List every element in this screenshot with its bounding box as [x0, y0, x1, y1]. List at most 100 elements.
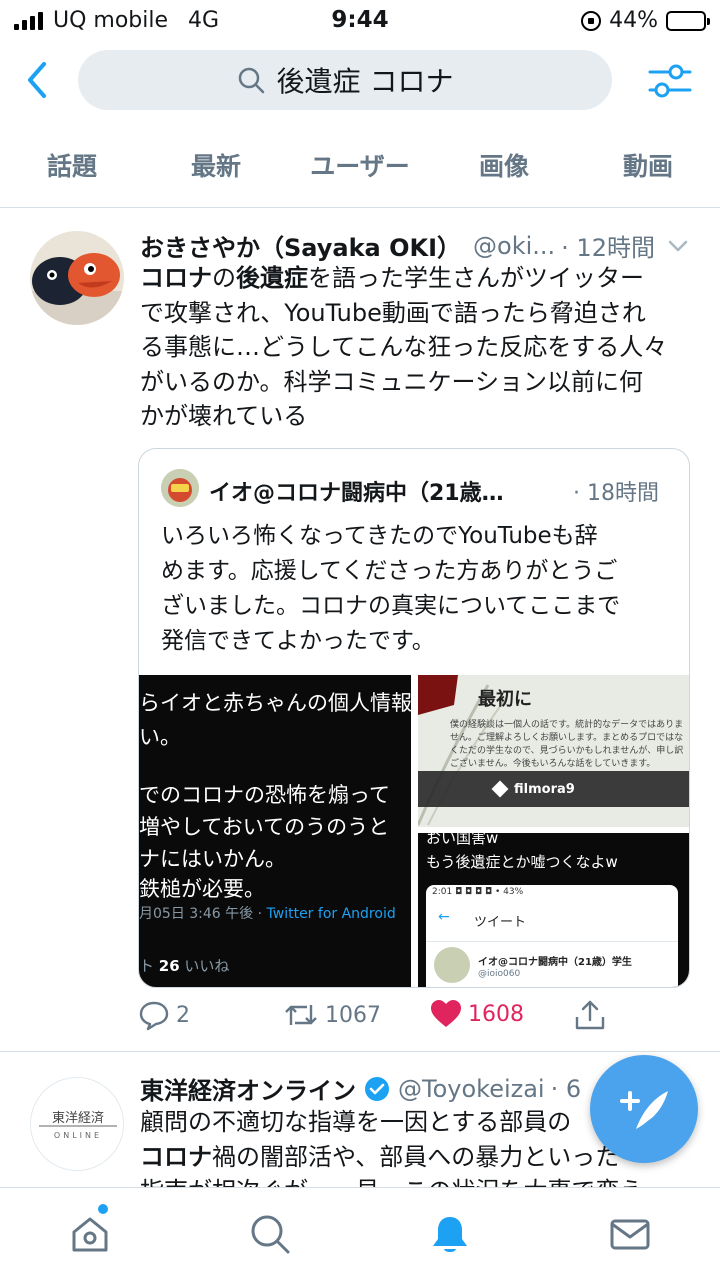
status-right: 44% — [581, 8, 710, 33]
nav-home[interactable] — [0, 1188, 180, 1280]
filmora-logo-icon — [491, 780, 509, 798]
tweet-text-segment: る事態に…どうしてこんな狂った反応をする人々 — [140, 333, 668, 361]
slide-title: 最初に — [478, 689, 532, 710]
battery-percent: 44% — [609, 8, 658, 33]
quoted-tweet[interactable]: イオ@コロナ闘病中（21歳… · 18時間 いろいろ怖くなってきたのでYouTu… — [138, 448, 690, 988]
image-meta: 月05日 3:46 午後 · Twitter for Android — [139, 903, 396, 923]
like-count: 1608 — [468, 1001, 524, 1027]
new-content-dot — [98, 1204, 108, 1214]
avatar[interactable]: 東洋経済 ONLINE — [30, 1077, 124, 1171]
status-bar: UQ mobile 4G 9:44 44% — [0, 0, 720, 40]
quoted-text-line: めます。応援してくださった方ありがとうご — [161, 558, 618, 584]
image-text-line: らイオと赤ちゃんの個人情報 — [139, 691, 411, 715]
quoted-text-line: いろいろ怖くなってきたのでYouTubeも辞 — [161, 523, 598, 549]
like-button[interactable]: 1608 — [430, 999, 524, 1029]
tweet-text-segment: の — [212, 264, 236, 292]
nav-notifications[interactable] — [360, 1188, 540, 1280]
avatar-logo-subtext: ONLINE — [54, 1131, 102, 1140]
tweet-text-line: コロナの後遺症を語った学生さんがツイッター — [140, 261, 695, 296]
chevron-down-icon[interactable] — [666, 234, 690, 258]
tab-videos[interactable]: 動画 — [576, 122, 720, 207]
phone-status-bar: 2:01 ◘ ◘ ◘ ◘ • 43% — [432, 887, 524, 897]
image-meta-time: 月05日 3:46 午後 · — [139, 906, 267, 922]
search-icon — [238, 67, 264, 94]
tab-latest[interactable]: 最新 — [144, 122, 288, 207]
tab-top[interactable]: 話題 — [0, 122, 144, 207]
retweet-icon — [285, 1005, 317, 1025]
search-filter-button[interactable] — [646, 60, 694, 102]
search-highlight: コロナ — [140, 1142, 212, 1171]
avatar-image — [161, 469, 199, 507]
tweet-text-line: がいるのか。科学コミュニケーション以前に何 — [140, 365, 695, 400]
tab-people[interactable]: ユーザー — [288, 122, 432, 207]
reply-count: 2 — [176, 1002, 190, 1028]
quoted-author-name: イオ@コロナ闘病中（21歳… — [209, 481, 504, 506]
tweet-text-line: で攻撃され、YouTube動画で語ったら脅迫され — [140, 296, 695, 331]
image-text-line: 増やしておいてのうのうと — [139, 815, 390, 839]
quoted-text-line: 発信できてよかったです。 — [161, 628, 435, 654]
image-text-line: もう後遺症とか嘘つくなよw — [426, 853, 618, 871]
author-handle: @Toyokeizai — [398, 1074, 545, 1103]
home-icon — [72, 1217, 108, 1252]
reply-button[interactable]: 2 — [138, 999, 190, 1031]
image-meta-source: Twitter for Android — [266, 906, 396, 922]
image-likes: ト 26 いいね — [139, 955, 229, 976]
phone-author-handle: @ioio060 — [478, 969, 521, 979]
tweet-text-segment: を語った学生さんがツイッター — [308, 264, 644, 292]
quoted-time: · 18時間 — [573, 481, 659, 506]
slide-body: 僕の経験談は一個人の話です。統計的なデータではありません。ご理解よろしくお願いし… — [450, 720, 684, 769]
nav-search[interactable] — [180, 1188, 360, 1280]
avatar[interactable] — [30, 231, 124, 325]
tweet-time: · 12時間 — [561, 234, 655, 262]
retweet-button[interactable]: 1067 — [283, 999, 381, 1031]
search-highlight: コロナ — [140, 264, 212, 292]
retweet-count: 1067 — [325, 1002, 381, 1028]
share-icon — [575, 1000, 605, 1030]
share-button[interactable] — [574, 999, 606, 1031]
search-tabs: 話題 最新 ユーザー 画像 動画 — [0, 122, 720, 208]
tweet-text-segment: で攻撃され、YouTube動画で語ったら脅迫され — [140, 298, 646, 327]
verified-badge-icon — [365, 1076, 389, 1101]
search-highlight: 後遺症 — [236, 264, 308, 292]
mail-icon — [610, 1219, 650, 1250]
search-query: 後遺症 コロナ — [276, 65, 454, 98]
phone-screenshot: 2:01 ◘ ◘ ◘ ◘ • 43% ← ツイート イオ@コロナ闘病中（21歳）… — [426, 885, 678, 987]
tweet-text-line: る事態に…どうしてこんな狂った反応をする人々 — [140, 330, 695, 365]
bell-icon — [433, 1217, 467, 1252]
rotation-lock-icon — [581, 10, 602, 31]
image-text-line: い。 — [139, 725, 181, 749]
phone-author-name: イオ@コロナ闘病中（21歳）学生 — [478, 957, 632, 968]
tweet[interactable]: おきさやか（Sayaka OKI） @oki... · 12時間 コロナの後遺症… — [0, 209, 720, 1052]
tweet-text-segment: がいるのか。科学コミュニケーション以前に何 — [140, 367, 644, 396]
phone-title: ツイート — [474, 915, 527, 930]
back-button[interactable] — [18, 58, 58, 102]
phone-back-arrow: ← — [438, 909, 450, 925]
image-text-line: おい国害w — [426, 833, 499, 847]
quoted-text-line: ざいました。コロナの真実についてここまで — [161, 593, 621, 619]
battery-icon — [666, 10, 710, 31]
divider — [426, 941, 678, 942]
image-likes-prefix: ト — [139, 957, 159, 975]
author-name[interactable]: 東洋経済オンライン — [140, 1071, 356, 1106]
tweet-text: コロナの後遺症を語った学生さんがツイッター で攻撃され、YouTube動画で語った… — [140, 261, 695, 434]
image-text-line: でのコロナの恐怖を煽って — [139, 783, 390, 807]
quoted-avatar — [161, 469, 199, 507]
chevron-left-icon — [28, 62, 46, 98]
tweet-text-segment: 禍の闇部活や、部員への暴力といった — [212, 1142, 620, 1171]
nav-messages[interactable] — [540, 1188, 720, 1280]
tab-photos[interactable]: 画像 — [432, 122, 576, 207]
media-image-1[interactable]: らイオと赤ちゃんの個人情報 い。 でのコロナの恐怖を煽って 増やしておいてのうの… — [139, 675, 411, 987]
media-image-2[interactable]: 最初に 僕の経験談は一個人の話です。統計的なデータではありません。ご理解よろしく… — [418, 675, 689, 827]
heart-icon — [431, 1000, 461, 1027]
tweet-text-segment: かが壊れている — [140, 402, 308, 430]
image-likes-count: 26 — [158, 957, 180, 975]
author-handle: @oki... — [473, 231, 556, 260]
compose-feather-icon — [620, 1091, 668, 1129]
tweet-time: · 6 — [550, 1074, 582, 1103]
author-name[interactable]: おきさやか（Sayaka OKI） — [140, 228, 461, 263]
media-image-3[interactable]: おい国害w もう後遺症とか嘘つくなよw 2:01 ◘ ◘ ◘ ◘ • 43% ←… — [418, 833, 689, 987]
tweet-header: おきさやか（Sayaka OKI） @oki... · 12時間 — [140, 228, 690, 263]
tweet-text-line: かが壊れている — [140, 399, 695, 434]
compose-tweet-button[interactable] — [590, 1055, 698, 1163]
search-input[interactable]: 後遺症 コロナ — [78, 50, 612, 110]
